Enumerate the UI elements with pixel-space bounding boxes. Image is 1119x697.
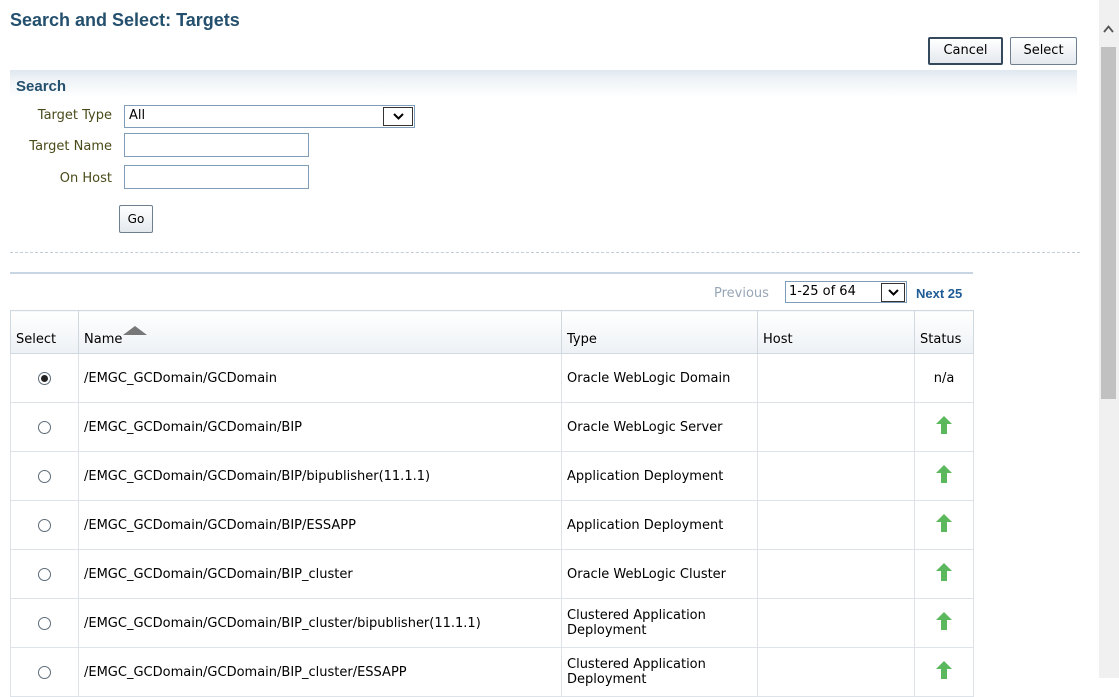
- page-title: Search and Select: Targets: [10, 10, 240, 30]
- column-header-name[interactable]: Name: [78, 310, 562, 354]
- name-cell: /EMGC_GCDomain/GCDomain/BIP_cluster: [78, 549, 562, 599]
- status-cell: [914, 598, 974, 648]
- row-radio-button[interactable]: [38, 518, 51, 532]
- row-radio-button[interactable]: [38, 371, 51, 385]
- go-button[interactable]: Go: [119, 205, 153, 233]
- next-page-link[interactable]: Next 25: [916, 286, 962, 301]
- select-cell: [10, 500, 79, 550]
- status-up-arrow-icon: [936, 416, 952, 434]
- status-up-arrow-icon: [936, 661, 952, 679]
- type-cell: Clustered Application Deployment: [561, 647, 758, 697]
- name-cell: /EMGC_GCDomain/GCDomain: [78, 353, 562, 403]
- host-cell: [757, 402, 915, 452]
- select-cell: [10, 647, 79, 697]
- type-cell: Oracle WebLogic Cluster: [561, 549, 758, 599]
- status-up-arrow-icon: [936, 465, 952, 483]
- select-cell: [10, 451, 79, 501]
- status-cell: [914, 451, 974, 501]
- page-range-value: 1-25 of 64: [789, 284, 856, 299]
- name-cell: /EMGC_GCDomain/GCDomain/BIP/bipublisher(…: [78, 451, 562, 501]
- row-radio-button[interactable]: [38, 567, 51, 581]
- on-host-label: On Host: [59, 171, 112, 186]
- host-cell: [757, 647, 915, 697]
- table-row[interactable]: /EMGC_GCDomain/GCDomain/BIP/bipublisher(…: [10, 451, 974, 501]
- column-header-select: Select: [10, 310, 79, 354]
- chevron-down-icon[interactable]: [383, 107, 413, 126]
- row-radio-button[interactable]: [38, 616, 51, 630]
- type-cell: Oracle WebLogic Server: [561, 402, 758, 452]
- select-button[interactable]: Select: [1010, 37, 1077, 65]
- cancel-button[interactable]: Cancel: [928, 37, 1003, 65]
- select-cell: [10, 402, 79, 452]
- host-cell: [757, 598, 915, 648]
- status-cell: [914, 402, 974, 452]
- column-header-name-label: Name: [84, 332, 123, 347]
- type-cell: Clustered Application Deployment: [561, 598, 758, 648]
- host-cell: [757, 549, 915, 599]
- row-radio-button[interactable]: [38, 665, 51, 679]
- name-cell: /EMGC_GCDomain/GCDomain/BIP_cluster/bipu…: [78, 598, 562, 648]
- previous-link: Previous: [714, 286, 769, 301]
- row-radio-button[interactable]: [38, 469, 51, 483]
- name-cell: /EMGC_GCDomain/GCDomain/BIP/ESSAPP: [78, 500, 562, 550]
- select-cell: [10, 353, 79, 403]
- column-header-status[interactable]: Status: [914, 310, 974, 354]
- search-heading: Search: [16, 78, 67, 95]
- row-radio-button[interactable]: [38, 420, 51, 434]
- sort-ascending-icon[interactable]: [123, 326, 148, 335]
- search-header-bar: [10, 70, 1077, 98]
- target-type-label: Target Type: [37, 108, 112, 123]
- scroll-up-icon[interactable]: [1103, 22, 1114, 37]
- table-top-border: [10, 272, 973, 274]
- targets-table: Select Name Type Host Status /EMGC_GCDom…: [10, 310, 974, 697]
- table-row[interactable]: /EMGC_GCDomain/GCDomain/BIP_cluster/ESSA…: [10, 647, 974, 697]
- target-name-input[interactable]: [124, 133, 309, 157]
- target-type-value: All: [129, 108, 146, 123]
- table-row[interactable]: /EMGC_GCDomain/GCDomain/BIP Oracle WebLog…: [10, 402, 974, 452]
- table-row[interactable]: /EMGC_GCDomain/GCDomain/BIP_cluster Oracl…: [10, 549, 974, 599]
- host-cell: [757, 500, 915, 550]
- status-cell: [914, 647, 974, 697]
- status-cell: n/a: [914, 353, 974, 403]
- chevron-down-icon[interactable]: [881, 283, 905, 302]
- target-name-label: Target Name: [29, 139, 112, 154]
- status-up-arrow-icon: [936, 563, 952, 581]
- type-cell: Application Deployment: [561, 451, 758, 501]
- select-cell: [10, 549, 79, 599]
- table-row[interactable]: /EMGC_GCDomain/GCDomain Oracle WebLogic D…: [10, 353, 974, 403]
- name-cell: /EMGC_GCDomain/GCDomain/BIP: [78, 402, 562, 452]
- host-cell: [757, 451, 915, 501]
- host-cell: [757, 353, 915, 403]
- page-range-select[interactable]: 1-25 of 64: [785, 281, 907, 303]
- status-up-arrow-icon: [936, 514, 952, 532]
- status-text: n/a: [933, 370, 955, 386]
- type-cell: Application Deployment: [561, 500, 758, 550]
- column-header-host[interactable]: Host: [757, 310, 915, 354]
- divider: [10, 252, 1080, 253]
- table-row[interactable]: /EMGC_GCDomain/GCDomain/BIP/ESSAPP Applic…: [10, 500, 974, 550]
- scrollbar-thumb[interactable]: [1101, 47, 1116, 399]
- target-type-select[interactable]: All: [124, 105, 415, 128]
- on-host-input[interactable]: [124, 165, 309, 189]
- status-cell: [914, 549, 974, 599]
- name-cell: /EMGC_GCDomain/GCDomain/BIP_cluster/ESSA…: [78, 647, 562, 697]
- column-header-type[interactable]: Type: [561, 310, 758, 354]
- type-cell: Oracle WebLogic Domain: [561, 353, 758, 403]
- status-cell: [914, 500, 974, 550]
- table-row[interactable]: /EMGC_GCDomain/GCDomain/BIP_cluster/bipu…: [10, 598, 974, 648]
- status-up-arrow-icon: [936, 612, 952, 630]
- select-cell: [10, 598, 79, 648]
